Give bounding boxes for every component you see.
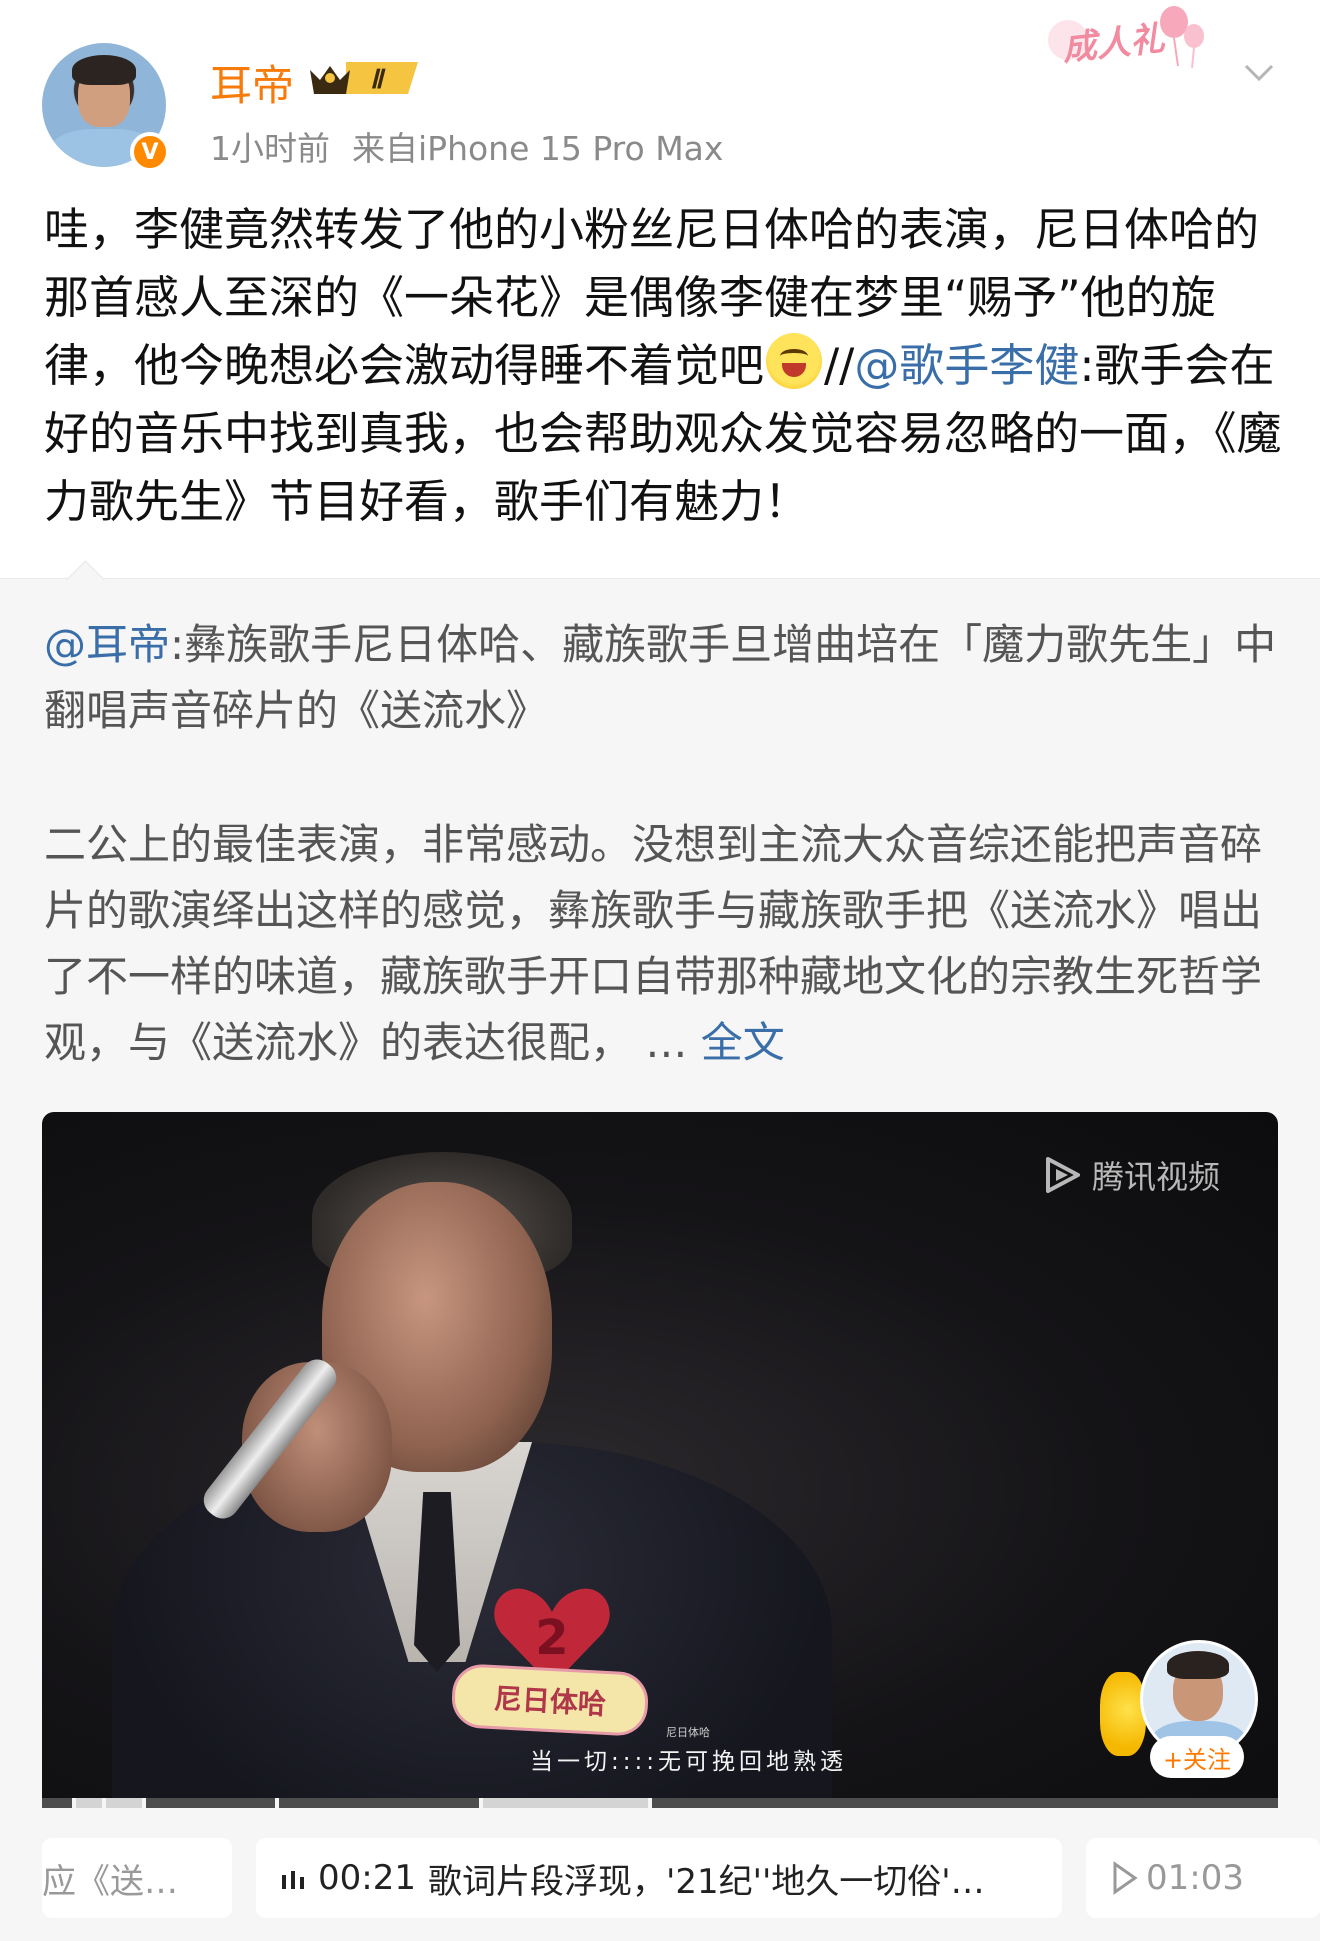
divider	[0, 578, 1320, 579]
vip-crown-icon[interactable]: Ⅱ	[306, 56, 424, 100]
full-text-link[interactable]: 全文	[701, 1018, 785, 1067]
play-icon	[1113, 1861, 1138, 1895]
username[interactable]: 耳帝	[210, 52, 294, 113]
chapter-chip-current[interactable]: 00:21 歌词片段浮现，'21纪''地久一切俗'…	[256, 1838, 1062, 1918]
retweet-mention[interactable]: @耳帝	[44, 620, 170, 669]
video-player[interactable]: 2 尼日体哈 腾讯视频 尼日体哈 当一切::::无可挽回地熟透 +关注	[42, 1112, 1278, 1798]
chapter-next-time: 01:03	[1146, 1858, 1244, 1898]
chapter-chip-prev[interactable]: 应《送…	[42, 1838, 232, 1918]
lyric-singer: 尼日体哈	[666, 1726, 710, 1739]
laughing-emoji-icon	[766, 333, 823, 389]
chapter-title: 歌词片段浮现，'21纪''地久一切俗'…	[427, 1861, 985, 1902]
coming-of-age-badge[interactable]: 成人礼	[1048, 6, 1226, 76]
retweet-header: @耳帝:彝族歌手尼日体哈、藏族歌手旦增曲培在「魔力歌先生」中翻唱声音碎片的《送流…	[44, 612, 1284, 744]
retweet-body: 二公上的最佳表演，非常感动。没想到主流大众音综还能把声音碎片的歌演绎出这样的感觉…	[44, 812, 1284, 1076]
post-time: 1小时前	[210, 129, 330, 168]
audio-bars-icon	[282, 1871, 304, 1889]
post-source: 来自iPhone 15 Pro Max	[352, 129, 724, 168]
post-meta: 1小时前 来自iPhone 15 Pro Max	[210, 122, 723, 170]
verified-badge-icon: V	[130, 132, 170, 172]
chapter-chip-next[interactable]: 01:03	[1086, 1838, 1320, 1918]
tencent-video-icon	[1046, 1157, 1080, 1193]
ellipsis: …	[632, 1018, 701, 1067]
retweet-head-text: :彝族歌手尼日体哈、藏族歌手旦增曲培在「魔力歌先生」中翻唱声音碎片的《送流水》	[44, 620, 1277, 735]
chevron-down-icon[interactable]	[1242, 56, 1276, 90]
lemon-icon	[1100, 1672, 1146, 1756]
post-text: 哇，李健竟然转发了他的小粉丝尼日体哈的表演，尼日体哈的那首感人至深的《一朵花》是…	[44, 196, 1284, 536]
mention-li-jian[interactable]: @歌手李健	[854, 339, 1079, 392]
watermark-text: 腾讯视频	[1092, 1158, 1221, 1196]
video-watermark: 腾讯视频	[1042, 1152, 1220, 1198]
follow-button[interactable]: +关注	[1150, 1736, 1244, 1778]
heart-number: 2	[535, 1610, 568, 1666]
contestant-nameplate: 尼日体哈	[450, 1662, 650, 1738]
video-chapter-progress[interactable]	[42, 1798, 1279, 1808]
repost-separator: //	[824, 339, 855, 392]
chapter-time: 00:21	[318, 1858, 416, 1898]
lyric-subtitle: 当一切::::无可挽回地熟透	[530, 1749, 847, 1775]
